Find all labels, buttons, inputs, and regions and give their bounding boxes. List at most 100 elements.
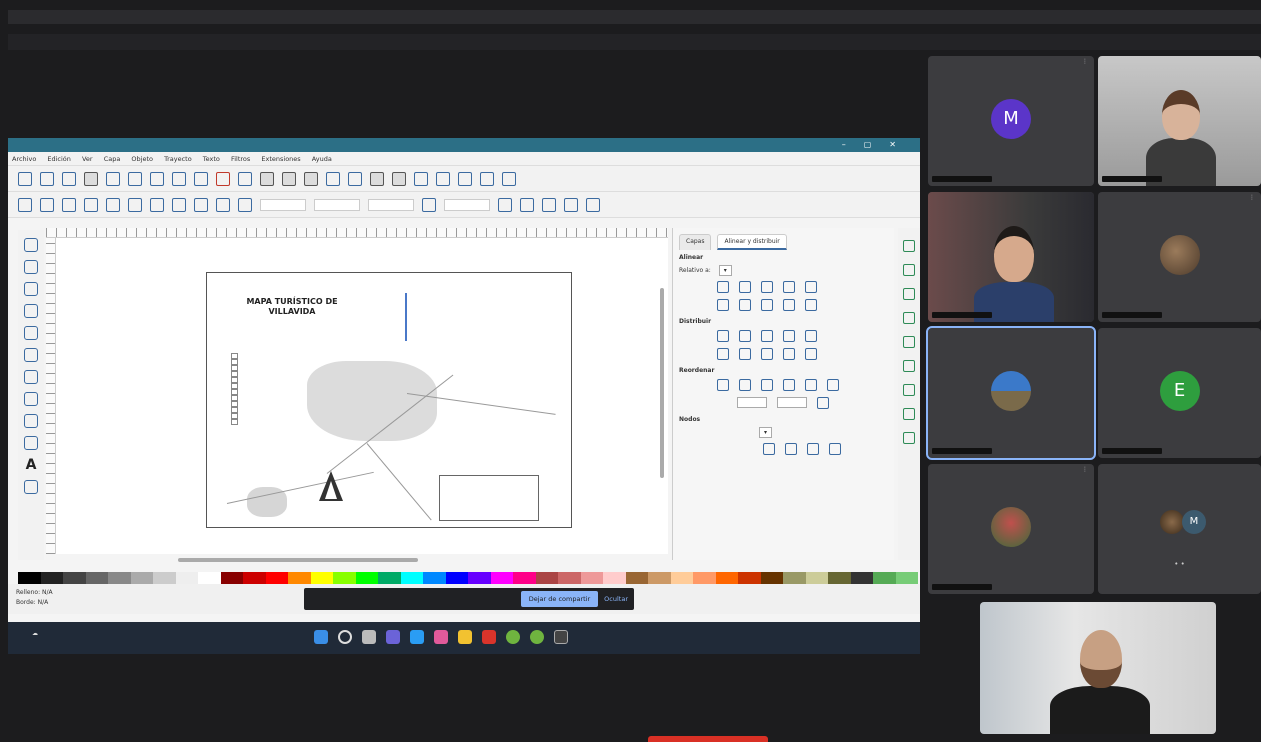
participant-tile[interactable] <box>926 326 1096 460</box>
rotate-cw-icon[interactable] <box>106 197 120 212</box>
new-document-icon[interactable] <box>18 171 32 186</box>
menu-ver[interactable]: Ver <box>82 155 93 163</box>
palette-swatch[interactable] <box>108 572 131 584</box>
distribute-bottom-icon[interactable] <box>761 348 773 360</box>
palette-swatch[interactable] <box>558 572 581 584</box>
chat-icon[interactable] <box>386 630 400 644</box>
align-nodes-v-icon[interactable] <box>785 443 797 455</box>
snap-paths-icon[interactable] <box>903 360 915 372</box>
palette-swatch[interactable] <box>783 572 806 584</box>
acrobat-icon[interactable] <box>482 630 496 644</box>
xml-editor-icon[interactable] <box>436 171 450 186</box>
lock-icon[interactable] <box>422 197 436 212</box>
3d-box-tool-icon[interactable] <box>24 348 38 362</box>
distribute-top-icon[interactable] <box>717 348 729 360</box>
deselect-icon[interactable] <box>62 197 76 212</box>
palette-swatch[interactable] <box>738 572 761 584</box>
map-page[interactable]: MAPA TURÍSTICO DE VILLAVIDA <box>206 272 572 528</box>
snap-toggle-icon[interactable] <box>903 240 915 252</box>
participant-tile[interactable]: M • • <box>1098 464 1261 594</box>
document-properties-icon[interactable] <box>502 171 516 186</box>
tile-options-icon[interactable]: ⋮ <box>1249 194 1255 201</box>
qgis-icon[interactable] <box>506 630 520 644</box>
exchange-positions-icon[interactable] <box>739 379 751 391</box>
snap-intersections-icon[interactable] <box>903 384 915 396</box>
paste-icon[interactable] <box>238 171 252 186</box>
drawing-canvas[interactable]: MAPA TURÍSTICO DE VILLAVIDA <box>56 238 668 554</box>
relative-to-select[interactable]: ▾ <box>718 265 732 276</box>
palette-swatch[interactable] <box>760 572 783 584</box>
river-line[interactable] <box>405 293 407 341</box>
palette-swatch[interactable] <box>468 572 491 584</box>
distribute-baseline-icon[interactable] <box>805 330 817 342</box>
pencil-tool-icon[interactable] <box>24 392 38 406</box>
menu-filtros[interactable]: Filtros <box>231 155 250 163</box>
menu-archivo[interactable]: Archivo <box>12 155 36 163</box>
nodes-relative-select[interactable]: ▾ <box>759 427 773 438</box>
road-line[interactable] <box>226 471 374 504</box>
participant-tile[interactable]: ⋮ <box>928 464 1094 594</box>
randomize-icon[interactable] <box>805 379 817 391</box>
palette-swatch[interactable] <box>805 572 828 584</box>
redo-icon[interactable] <box>172 171 186 186</box>
calligraphy-tool-icon[interactable] <box>24 436 38 450</box>
palette-swatch[interactable] <box>333 572 356 584</box>
palette-swatch[interactable] <box>265 572 288 584</box>
select-all-icon[interactable] <box>18 197 32 212</box>
palette-swatch[interactable] <box>378 572 401 584</box>
star-tool-icon[interactable] <box>24 326 38 340</box>
x-field[interactable] <box>260 198 306 211</box>
participant-tile[interactable] <box>1098 56 1261 186</box>
fill-stroke-indicator[interactable]: Relleno: N/A Borde: N/A <box>16 588 53 608</box>
hide-banner-button[interactable]: Ocultar <box>604 595 628 603</box>
ungroup-icon[interactable] <box>348 171 362 186</box>
rectangle-tool-icon[interactable] <box>24 282 38 296</box>
distribute-gaps-h-icon[interactable] <box>783 330 795 342</box>
unlink-clone-icon[interactable] <box>304 171 318 186</box>
width-field[interactable] <box>368 198 414 211</box>
cut-icon[interactable] <box>216 171 230 186</box>
participant-tile[interactable]: ⋮ <box>1098 192 1261 322</box>
palette-swatch[interactable] <box>18 572 41 584</box>
palette-swatch[interactable] <box>400 572 423 584</box>
copy-icon[interactable] <box>194 171 208 186</box>
menu-ayuda[interactable]: Ayuda <box>312 155 332 163</box>
snap-guides-icon[interactable] <box>903 408 915 420</box>
exchange-clockwise-icon[interactable] <box>783 379 795 391</box>
flip-vertical-icon[interactable] <box>150 197 164 212</box>
align-baseline-icon[interactable] <box>805 299 817 311</box>
align-left-icon[interactable] <box>717 281 729 293</box>
lower-icon[interactable] <box>216 197 230 212</box>
qgis-alt-icon[interactable] <box>530 630 544 644</box>
transform-patterns-icon[interactable] <box>586 197 600 212</box>
snap-page-icon[interactable] <box>903 432 915 444</box>
lower-to-bottom-icon[interactable] <box>238 197 252 212</box>
palette-swatch[interactable] <box>220 572 243 584</box>
align-right-icon[interactable] <box>761 281 773 293</box>
palette-swatch[interactable] <box>828 572 851 584</box>
raise-to-top-icon[interactable] <box>172 197 186 212</box>
menu-extensiones[interactable]: Extensiones <box>261 155 300 163</box>
window-controls[interactable]: –▢✕ <box>842 138 914 152</box>
menu-objeto[interactable]: Objeto <box>131 155 153 163</box>
distribute-baseline-v-icon[interactable] <box>805 348 817 360</box>
menu-edicion[interactable]: Edición <box>47 155 71 163</box>
distribute-left-icon[interactable] <box>717 330 729 342</box>
export-icon[interactable] <box>128 171 142 186</box>
north-arrow-icon[interactable] <box>319 471 343 501</box>
snap-bbox-icon[interactable] <box>903 264 915 276</box>
inset-frame[interactable] <box>439 475 539 521</box>
align-bottom-icon[interactable] <box>761 299 773 311</box>
call-controls-edge[interactable] <box>648 736 768 742</box>
palette-swatch[interactable] <box>490 572 513 584</box>
palette-swatch[interactable] <box>580 572 603 584</box>
palette-swatch[interactable] <box>895 572 918 584</box>
text-font-icon[interactable] <box>392 171 406 186</box>
transform-gradients-icon[interactable] <box>564 197 578 212</box>
tile-options-icon[interactable]: ⋮ <box>1082 466 1088 473</box>
tab-align-distribute[interactable]: Alinear y distribuir <box>717 234 787 250</box>
units-dropdown[interactable] <box>498 197 512 212</box>
stop-sharing-button[interactable]: Dejar de compartir <box>520 591 599 607</box>
participant-tile[interactable]: E <box>1098 328 1261 458</box>
palette-swatch[interactable] <box>153 572 176 584</box>
